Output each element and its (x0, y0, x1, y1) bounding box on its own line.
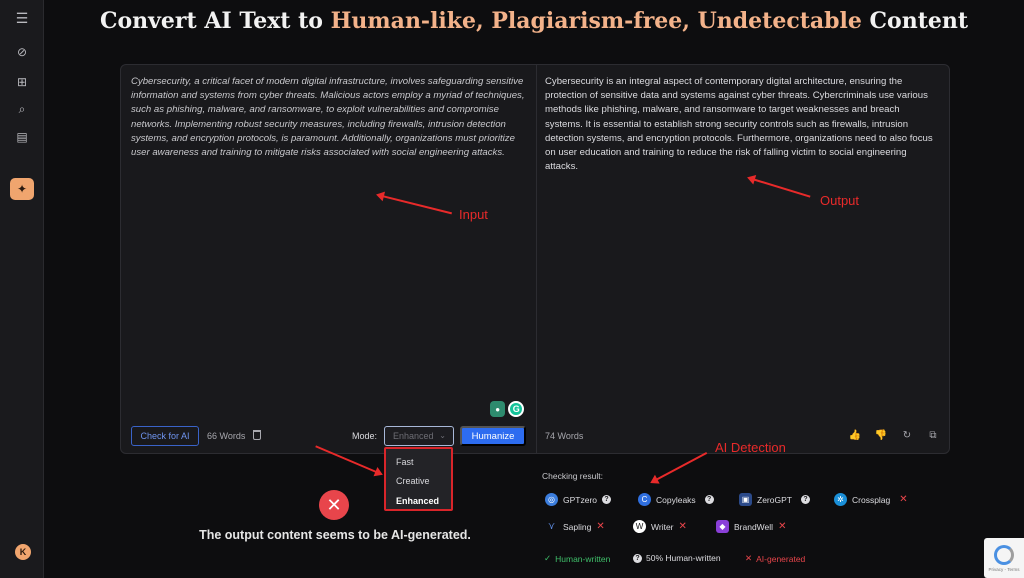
add-icon[interactable]: ⊞ (14, 74, 30, 90)
check-icon: ✓ (544, 553, 552, 563)
thumbs-up-icon[interactable]: 👍 (849, 429, 861, 441)
writer-logo-icon: W (633, 520, 646, 533)
mode-option-creative[interactable]: Creative (386, 472, 451, 492)
sparkle-icon[interactable]: ✦ (10, 178, 34, 200)
mode-label: Mode: (352, 431, 378, 441)
detector-name: Copyleaks (656, 494, 696, 505)
detector-name: GPTzero (563, 494, 598, 505)
humanize-button[interactable]: Humanize (460, 426, 526, 446)
title-highlight-1: Human-like, (330, 8, 484, 34)
recaptcha-icon (994, 544, 1014, 565)
fail-icon: ✕ (899, 494, 908, 505)
question-icon: ? (633, 553, 642, 563)
recaptcha-badge[interactable]: Privacy - Terms (984, 538, 1024, 578)
refresh-icon[interactable]: ↻ (901, 429, 913, 441)
legend-ai: ✕ AI-generated (745, 553, 805, 564)
annotation-output: Output (820, 193, 860, 208)
document-icon[interactable]: ▤ (14, 129, 30, 145)
detector-name: Crossplag (852, 494, 891, 505)
mode-dropdown: Fast Creative Enhanced (384, 447, 453, 511)
input-textarea[interactable]: Cybersecurity, a critical facet of moder… (131, 75, 529, 160)
avatar[interactable]: K (15, 544, 31, 560)
legend-human: ✓ Human-written (544, 553, 610, 564)
error-icon: ✕ (319, 490, 349, 520)
legend-half: ? 50% Human-written (633, 553, 721, 563)
fail-icon: ✕ (596, 521, 605, 532)
chevron-down-icon: ⌄ (439, 431, 446, 440)
question-icon[interactable]: ? (800, 495, 810, 504)
trash-icon[interactable] (253, 430, 261, 440)
title-suffix: Content (861, 8, 969, 34)
detector-name: Sapling (563, 521, 592, 532)
output-text: Cybersecurity is an integral aspect of c… (545, 76, 933, 173)
output-actions: 👍 👎 ↻ ⧉ (849, 429, 939, 441)
detector-crossplag: ✲ Crossplag ✕ (834, 493, 908, 506)
legend-human-label: Human-written (555, 553, 611, 564)
extension-icons: ● G (490, 401, 524, 419)
annotation-arrow-ai-detection (651, 452, 708, 483)
detector-brandwell: ◆ BrandWell ✕ (716, 520, 786, 533)
fail-icon: ✕ (678, 521, 687, 532)
copy-icon[interactable]: ⧉ (927, 429, 939, 441)
zerogpt-logo-icon: ▣ (739, 493, 752, 506)
thumbs-down-icon[interactable]: 👎 (875, 429, 887, 441)
detector-name: Writer (651, 521, 674, 532)
mode-select-value: Enhanced (393, 431, 434, 441)
fail-icon: ✕ (778, 521, 787, 532)
output-word-count: 74 Words (545, 431, 584, 441)
detector-copyleaks: C Copyleaks ? (638, 493, 714, 506)
legend-half-label: 50% Human-written (646, 553, 721, 563)
menu-icon[interactable]: ☰ (14, 10, 30, 26)
question-icon[interactable]: ? (602, 495, 612, 504)
input-word-count: 66 Words (207, 431, 246, 441)
legend-ai-label: AI-generated (756, 553, 806, 564)
recaptcha-text: Privacy - Terms (988, 566, 1020, 572)
check-for-ai-button[interactable]: Check for AI (131, 426, 199, 446)
history-icon[interactable]: ⊘ (14, 44, 30, 60)
copyleaks-logo-icon: C (638, 493, 651, 506)
title-highlight-3: Undetectable (689, 8, 862, 34)
detector-writer: W Writer ✕ (633, 520, 687, 533)
brandwell-logo-icon: ◆ (716, 520, 729, 533)
panel-divider (536, 65, 537, 453)
result-message: The output content seems to be AI-genera… (199, 528, 471, 542)
page-title: Convert AI Text to Human-like, Plagiaris… (44, 8, 1024, 34)
bulb-icon[interactable]: ● (490, 401, 506, 417)
x-icon: ✕ (745, 553, 753, 563)
detector-zerogpt: ▣ ZeroGPT ? (739, 493, 810, 506)
crossplag-logo-icon: ✲ (834, 493, 847, 506)
mode-select[interactable]: Enhanced ⌄ (384, 426, 454, 446)
detector-name: ZeroGPT (757, 494, 792, 505)
annotation-ai-detection: AI Detection (715, 440, 786, 455)
search-doc-icon[interactable]: ⌕ (14, 101, 30, 117)
editor-panel: Cybersecurity, a critical facet of moder… (120, 64, 950, 454)
mode-option-fast[interactable]: Fast (386, 452, 451, 472)
title-highlight-2: Plagiarism-free, (483, 8, 690, 34)
checking-result-label: Checking result: (542, 471, 603, 481)
gptzero-logo-icon: ◎ (545, 493, 558, 506)
mode-option-enhanced[interactable]: Enhanced (386, 491, 451, 511)
grammarly-icon[interactable]: G (508, 401, 524, 417)
detector-gptzero: ◎ GPTzero ? (545, 493, 612, 506)
detector-name: BrandWell (734, 521, 774, 532)
detector-sapling: ⋎ Sapling ✕ (545, 520, 605, 533)
sidebar: ☰ ⊘ ⊞ ⌕ ▤ ✦ K (0, 0, 44, 578)
title-prefix: Convert AI Text to (99, 8, 331, 34)
sapling-logo-icon: ⋎ (547, 521, 556, 532)
question-icon[interactable]: ? (704, 495, 714, 504)
annotation-input: Input (459, 207, 488, 222)
